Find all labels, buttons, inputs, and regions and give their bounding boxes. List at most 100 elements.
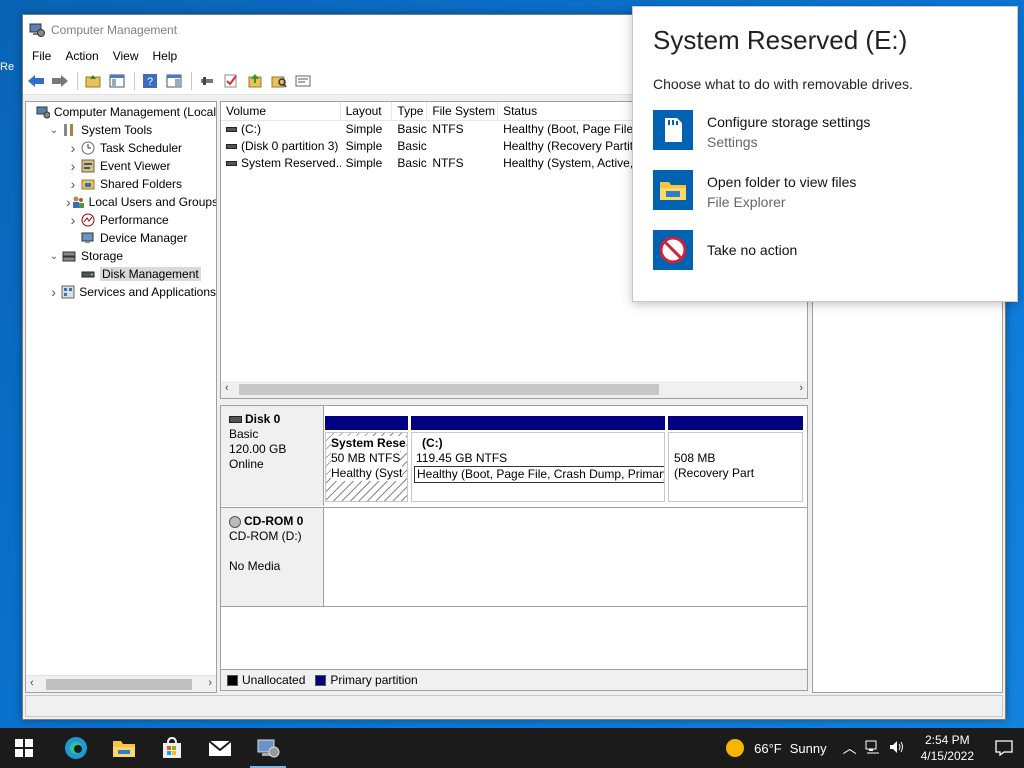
menu-file[interactable]: File — [25, 49, 58, 63]
tree-item-label: Local Users and Groups — [88, 195, 217, 209]
search-folder-icon[interactable] — [268, 70, 290, 92]
weather-condition[interactable]: Sunny — [790, 741, 827, 756]
file-explorer-taskbar-button[interactable] — [100, 728, 148, 768]
option-open-folder[interactable]: Open folder to view files File Explorer — [653, 170, 997, 212]
tree-item-event-viewer[interactable]: › Event Viewer — [26, 157, 216, 175]
local-users-icon — [71, 194, 85, 210]
connect-icon[interactable] — [196, 70, 218, 92]
menu-help[interactable]: Help — [146, 49, 185, 63]
legend-primary-partition: Primary partition — [330, 673, 418, 687]
expand-chevron-icon[interactable]: › — [66, 158, 80, 174]
collapse-chevron-icon[interactable]: ⌄ — [47, 125, 61, 136]
clock-time: 2:54 PM — [924, 733, 970, 747]
device-manager-icon — [80, 230, 96, 246]
option-configure-storage[interactable]: Configure storage settings Settings — [653, 110, 997, 152]
mail-taskbar-button[interactable] — [196, 728, 244, 768]
partition-header-recovery — [668, 416, 803, 430]
show-hide-action-pane-icon[interactable] — [163, 70, 185, 92]
expand-chevron-icon[interactable]: › — [47, 284, 60, 300]
tree-item-label: Shared Folders — [100, 177, 183, 191]
expand-chevron-icon[interactable]: › — [66, 176, 80, 192]
performance-icon — [80, 212, 96, 228]
folder-icon — [653, 170, 693, 210]
volume-cell: Simple — [341, 138, 393, 155]
column-volume[interactable]: Volume — [221, 102, 341, 120]
scroll-left-icon[interactable]: ‹ — [30, 677, 34, 689]
tree-item-shared-folders[interactable]: › Shared Folders — [26, 175, 216, 193]
back-arrow-icon[interactable] — [25, 70, 47, 92]
up-folder-icon[interactable] — [82, 70, 104, 92]
network-icon[interactable] — [865, 740, 881, 757]
volume-cell-text: (C:) — [241, 122, 261, 136]
disk-0-size: 120.00 GB — [229, 442, 287, 456]
disk-0-info[interactable]: Disk 0 Basic 120.00 GB Online — [221, 406, 324, 506]
volume-cell: NTFS — [427, 155, 498, 172]
chevron-up-icon[interactable]: ︿ — [843, 738, 857, 758]
scroll-right-icon[interactable]: › — [799, 382, 803, 394]
weather-sun-icon[interactable] — [726, 739, 745, 757]
tree-item-disk-management[interactable]: Disk Management — [26, 265, 216, 283]
storage-icon — [61, 248, 77, 264]
volume-cell: System Reserved... — [221, 155, 341, 172]
tree-hscrollbar[interactable]: ‹ › — [26, 675, 216, 692]
weather-temperature[interactable]: 66°F — [754, 741, 782, 756]
cdrom-0-info[interactable]: CD-ROM 0 CD-ROM (D:) No Media — [221, 508, 324, 606]
column-file-system[interactable]: File System — [427, 102, 499, 120]
file-explorer-icon — [113, 741, 135, 757]
tree-item-computer-management[interactable]: Computer Management (Local — [26, 103, 216, 121]
volume-list-hscrollbar[interactable]: ‹ › — [221, 381, 807, 398]
volume-cell-text: Simple — [345, 122, 383, 136]
tree-item-task-scheduler[interactable]: › Task Scheduler — [26, 139, 216, 157]
menu-view[interactable]: View — [106, 49, 146, 63]
option-take-no-action[interactable]: Take no action — [653, 230, 997, 270]
partition-system-reserved[interactable]: System Rese 50 MB NTFS Healthy (Syst — [325, 432, 408, 502]
scroll-right-icon[interactable]: › — [208, 677, 212, 689]
status-bar — [25, 695, 1003, 717]
expand-chevron-icon[interactable]: › — [66, 212, 80, 228]
menu-action[interactable]: Action — [58, 49, 105, 63]
expand-chevron-icon[interactable]: › — [66, 140, 80, 156]
partition-recovery[interactable]: 508 MB (Recovery Part — [668, 432, 803, 502]
legend-unallocated: Unallocated — [242, 673, 306, 687]
tree-item-device-manager[interactable]: Device Manager — [26, 229, 216, 247]
computer-management-taskbar-button[interactable] — [244, 728, 292, 768]
tree-item-label: Storage — [81, 249, 124, 263]
import-icon[interactable] — [244, 70, 266, 92]
notification-subtitle: Choose what to do with removable drives. — [653, 76, 913, 92]
tree-item-label: Task Scheduler — [100, 141, 183, 155]
check-disk-icon[interactable] — [220, 70, 242, 92]
scrollbar-thumb[interactable] — [239, 384, 659, 395]
forward-arrow-icon[interactable] — [49, 70, 71, 92]
scroll-left-icon[interactable]: ‹ — [225, 382, 229, 394]
show-hide-console-tree-icon[interactable] — [106, 70, 128, 92]
clock[interactable]: 2:54 PM 4/15/2022 — [911, 732, 984, 764]
edge-taskbar-button[interactable] — [52, 728, 100, 768]
help-icon[interactable]: ? — [139, 70, 161, 92]
system-tray: 66°F Sunny ︿ 2:54 PM 4/15/2022 — [726, 728, 1024, 768]
collapse-chevron-icon[interactable]: ⌄ — [47, 251, 61, 262]
tree-item-local-users[interactable]: › Local Users and Groups — [26, 193, 216, 211]
scrollbar-thumb[interactable] — [46, 679, 192, 690]
console-tree: Computer Management (Local ⌄ System Tools ›… — [25, 101, 217, 693]
notification-title: System Reserved (E:) — [653, 25, 908, 55]
tree-item-performance[interactable]: › Performance — [26, 211, 216, 229]
tree-item-system-tools[interactable]: ⌄ System Tools — [26, 121, 216, 139]
option-label: Configure storage settings — [707, 114, 871, 130]
column-type[interactable]: Type — [392, 102, 428, 120]
notification-center-icon[interactable] — [984, 740, 1024, 756]
sd-card-icon — [653, 110, 693, 150]
volume-icon[interactable] — [889, 740, 905, 757]
disk-divider — [221, 606, 807, 607]
toolbar-separator — [77, 71, 78, 90]
desktop-edge-text: Re — [0, 61, 15, 73]
tree-item-storage[interactable]: ⌄ Storage — [26, 247, 216, 265]
partition-size: 508 MB — [674, 451, 716, 465]
column-layout[interactable]: Layout — [341, 102, 393, 120]
partition-c[interactable]: (C:) 119.45 GB NTFS Healthy (Boot, Page … — [411, 432, 665, 502]
properties-icon[interactable] — [292, 70, 314, 92]
partition-size: 119.45 GB NTFS — [416, 451, 508, 465]
start-button[interactable] — [0, 728, 48, 768]
system-tools-icon — [61, 122, 77, 138]
tree-item-services[interactable]: › Services and Applications — [26, 283, 216, 301]
store-taskbar-button[interactable] — [148, 728, 196, 768]
